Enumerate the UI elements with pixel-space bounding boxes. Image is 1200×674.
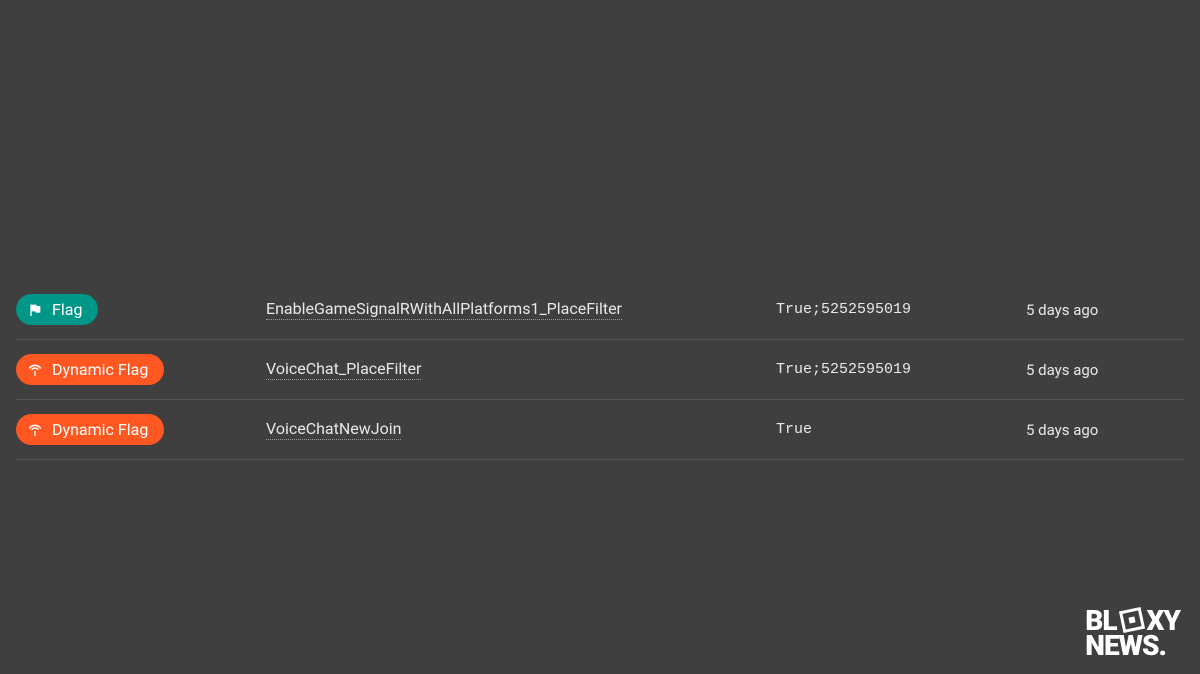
bloxy-news-logo: BL XY NEWS. [1085,608,1180,658]
flag-type-cell: Flag [16,294,266,325]
flag-type-cell: Dynamic Flag [16,414,266,445]
logo-tilted-square-icon [1118,607,1144,633]
table-row: Dynamic Flag VoiceChatNewJoin True 5 day… [16,400,1184,460]
flag-name-cell: VoiceChat_PlaceFilter [266,359,776,380]
flag-name-link[interactable]: VoiceChatNewJoin [266,419,401,440]
badge-label: Dynamic Flag [52,420,148,439]
flag-value-cell: True [776,421,1026,438]
flag-badge: Flag [16,294,98,325]
logo-line-2: NEWS. [1085,633,1166,658]
flag-value-cell: True;5252595019 [776,361,1026,378]
flag-time-cell: 5 days ago [1026,421,1184,439]
badge-label: Flag [52,300,82,319]
flag-time-cell: 5 days ago [1026,361,1184,379]
flag-time-cell: 5 days ago [1026,301,1184,319]
flag-icon [26,301,44,319]
flag-type-cell: Dynamic Flag [16,354,266,385]
dynamic-flag-badge: Dynamic Flag [16,354,164,385]
flag-name-cell: EnableGameSignalRWithAllPlatforms1_Place… [266,299,776,320]
flag-name-cell: VoiceChatNewJoin [266,419,776,440]
dynamic-flag-badge: Dynamic Flag [16,414,164,445]
badge-label: Dynamic Flag [52,360,148,379]
flag-name-link[interactable]: VoiceChat_PlaceFilter [266,359,421,380]
remote-icon [26,421,44,439]
flags-table: Flag EnableGameSignalRWithAllPlatforms1_… [16,280,1184,460]
table-row: Flag EnableGameSignalRWithAllPlatforms1_… [16,280,1184,340]
flag-value-cell: True;5252595019 [776,301,1026,318]
flag-name-link[interactable]: EnableGameSignalRWithAllPlatforms1_Place… [266,299,622,320]
table-row: Dynamic Flag VoiceChat_PlaceFilter True;… [16,340,1184,400]
remote-icon [26,361,44,379]
